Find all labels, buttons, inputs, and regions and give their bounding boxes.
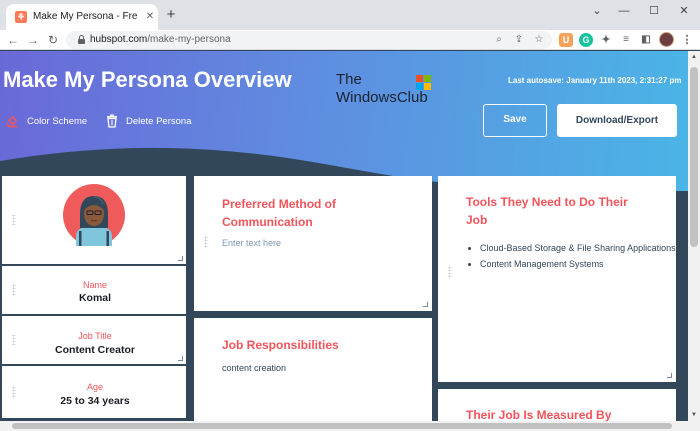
page-viewport: Make My Persona Overview The WindowsClub… [0, 51, 688, 421]
trash-icon [107, 114, 117, 128]
drag-handle-icon[interactable] [12, 214, 16, 226]
search-icon[interactable]: ⌕ [492, 33, 506, 47]
windows-logo-icon [416, 75, 431, 90]
measured-card[interactable]: Their Job Is Measured By [438, 389, 676, 421]
vertical-scrollbar[interactable]: ▲ ▼ [688, 51, 700, 421]
watermark-logo: The WindowsClub [336, 71, 446, 111]
resize-handle-icon[interactable] [667, 373, 672, 378]
hubspot-icon: ⚘ [15, 11, 27, 23]
grammarly-icon[interactable]: G [579, 33, 593, 47]
tools-card[interactable]: Tools They Need to Do Their Job Cloud-Ba… [438, 176, 676, 382]
job-title-value[interactable]: Content Creator [2, 344, 188, 356]
name-card[interactable]: Name Komal [2, 266, 186, 314]
list-item: Content Management Systems [480, 256, 680, 272]
avatar-card[interactable] [2, 176, 186, 264]
name-label: Name [82, 280, 107, 290]
resize-handle-icon[interactable] [423, 302, 428, 307]
age-card[interactable]: Age 25 to 34 years [2, 366, 186, 418]
save-button[interactable]: Save [483, 104, 547, 137]
side-panel-icon[interactable]: ◧ [639, 33, 653, 47]
list-item: Cloud-Based Storage & File Sharing Appli… [480, 240, 680, 256]
close-tab-icon[interactable]: ✕ [144, 10, 156, 24]
browser-toolbar: ← → ↻ hubspot.com/make-my-persona ⌕ ⇪ ☆ … [0, 30, 700, 50]
tab-title: Make My Persona - Free Buyer P [33, 11, 138, 22]
maximize-icon[interactable]: ☐ [642, 2, 666, 20]
lock-icon [78, 35, 85, 44]
resize-handle-icon[interactable] [178, 256, 183, 261]
persona-avatar[interactable] [63, 184, 125, 246]
color-scheme-button[interactable]: Color Scheme [6, 113, 87, 129]
extension-u-icon[interactable]: U [559, 33, 573, 47]
tools-list[interactable]: Cloud-Based Storage & File Sharing Appli… [480, 240, 680, 272]
responsibilities-text[interactable]: content creation [222, 363, 286, 373]
page-title: Make My Persona Overview [3, 67, 292, 92]
drag-handle-icon[interactable] [448, 266, 452, 278]
browser-tab[interactable]: ⚘ Make My Persona - Free Buyer P ✕ [6, 4, 158, 30]
vertical-scroll-thumb[interactable] [690, 67, 698, 247]
url-text: hubspot.com/make-my-persona [90, 34, 231, 45]
age-value[interactable]: 25 to 34 years [2, 395, 188, 407]
tools-title: Tools They Need to Do Their Job [466, 195, 628, 227]
responsibilities-card[interactable]: Job Responsibilities content creation [194, 318, 432, 421]
resize-handle-icon[interactable] [178, 356, 183, 361]
minimize-icon[interactable]: — [612, 2, 636, 20]
job-title-card[interactable]: Job Title Content Creator [2, 316, 186, 364]
age-label: Age [86, 382, 103, 392]
delete-persona-button[interactable]: Delete Persona [106, 113, 191, 129]
forward-icon[interactable]: → [26, 32, 40, 48]
extensions-puzzle-icon[interactable]: ✦ [599, 33, 613, 47]
share-icon[interactable]: ⇪ [512, 33, 526, 47]
reload-icon[interactable]: ↻ [46, 32, 60, 48]
communication-text-input[interactable]: Enter text here [222, 238, 281, 248]
reading-list-icon[interactable]: ≡ [619, 33, 633, 47]
browser-tab-strip: ⚘ Make My Persona - Free Buyer P ✕ + ⌄ —… [0, 0, 700, 30]
bookmark-star-icon[interactable]: ☆ [532, 33, 546, 47]
drag-handle-icon[interactable] [204, 236, 208, 248]
paint-bucket-icon [6, 115, 18, 127]
job-title-label: Job Title [78, 331, 112, 341]
profile-avatar[interactable] [659, 32, 674, 47]
scroll-up-icon[interactable]: ▲ [690, 53, 698, 61]
name-value[interactable]: Komal [2, 292, 188, 304]
back-icon[interactable]: ← [6, 32, 20, 48]
menu-kebab-icon[interactable]: ⋮ [680, 33, 694, 47]
communication-card[interactable]: Preferred Method of Communication Enter … [194, 176, 432, 311]
address-bar[interactable]: hubspot.com/make-my-persona ⌕ ⇪ ☆ [66, 31, 552, 49]
communication-title: Preferred Method of Communication [222, 197, 337, 229]
chevron-down-icon[interactable]: ⌄ [585, 2, 609, 20]
horizontal-scroll-thumb[interactable] [12, 423, 672, 429]
responsibilities-title: Job Responsibilities [222, 338, 339, 352]
close-window-icon[interactable]: ✕ [672, 2, 696, 20]
measured-title: Their Job Is Measured By [466, 408, 612, 421]
scroll-down-icon[interactable]: ▼ [690, 411, 698, 419]
new-tab-icon[interactable]: + [164, 7, 178, 22]
horizontal-scrollbar[interactable] [0, 421, 700, 431]
autosave-status: Last autosave: January 11th 2023, 2:31:2… [508, 76, 682, 85]
download-export-button[interactable]: Download/Export [557, 104, 677, 137]
